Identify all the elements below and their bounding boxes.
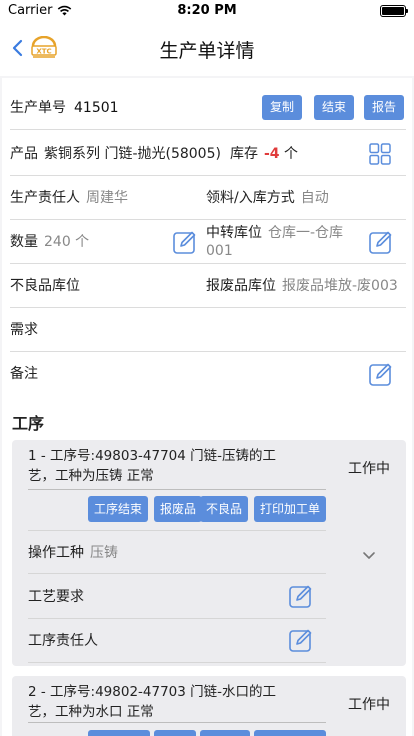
method-value: 自动 — [300, 190, 329, 206]
order-detail-card: 生产单号 41501 复制 结束 报告 产品 紫铜系列 门链-抛光(58005)… — [2, 78, 412, 736]
owner-method-row: 生产责任人 周建华 领料/入库方式 自动 — [10, 176, 406, 220]
divider — [28, 489, 326, 490]
close-order-button[interactable]: 结束 — [314, 95, 355, 120]
print-work-order-button[interactable]: 打印加工单 — [254, 496, 327, 522]
process-card: 1 - 工序号:49803-47704 门链-压铸的工艺，工种为压铸 正常 工作… — [12, 440, 406, 666]
process-owner-label: 工序责任人 — [28, 633, 98, 649]
process-finish-button[interactable] — [88, 730, 150, 736]
product-value: 紫铜系列 门链-抛光(58005) — [44, 146, 221, 162]
scrap-location-value: 报废品堆放-废003 — [282, 278, 398, 294]
stock-label: 库存 — [230, 146, 258, 162]
product-row: 产品 紫铜系列 门链-抛光(58005) 库存 -4 个 — [10, 132, 406, 176]
demand-label: 需求 — [10, 322, 38, 338]
print-work-order-button[interactable] — [254, 730, 326, 736]
process-section-title: 工序 — [12, 414, 45, 433]
quantity-label: 数量 — [10, 234, 38, 250]
transfer-field: 中转库位 仓库一-仓库001 — [206, 224, 356, 260]
process-title: 1 - 工序号:49803-47704 门链-压铸的工艺，工种为压铸 正常 — [28, 448, 277, 484]
process-card: 2 - 工序号:49802-47703 门链-水口的工艺，工种为水口 正常 工作… — [12, 676, 406, 736]
stock-unit: 个 — [284, 146, 298, 162]
process-finish-button[interactable]: 工序结束 — [88, 496, 149, 522]
edit-requirement-icon[interactable] — [288, 583, 314, 609]
defect-scrap-row: 不良品库位 报废品库位 报废品堆放-废003 — [10, 264, 406, 308]
content-area: 生产单号 41501 复制 结束 报告 产品 紫铜系列 门链-抛光(58005)… — [0, 76, 414, 736]
worktype-field: 操作工种 压铸 — [28, 531, 118, 575]
owner-label: 生产责任人 — [10, 190, 80, 206]
product-label: 产品 — [10, 146, 38, 162]
edit-quantity-icon[interactable] — [172, 229, 198, 255]
method-label: 领料/入库方式 — [206, 190, 295, 206]
process-owner-row: 工序责任人 — [28, 619, 326, 663]
owner-value: 周建华 — [86, 190, 128, 206]
battery-icon — [380, 5, 408, 17]
requirement-label: 工艺要求 — [28, 589, 84, 605]
copy-button[interactable]: 复制 — [262, 95, 303, 120]
requirement-row: 工艺要求 — [28, 575, 326, 619]
defect-button[interactable] — [200, 730, 250, 736]
stock-value: -4 — [264, 146, 280, 162]
navigation-bar: XTC 生产单详情 — [0, 22, 414, 74]
edit-remark-icon[interactable] — [368, 361, 394, 387]
remark-row: 备注 — [10, 352, 406, 396]
process-title: 2 - 工序号:49802-47703 门链-水口的工艺，工种为水口 正常 — [28, 684, 277, 720]
grid-icon[interactable] — [368, 142, 394, 168]
page-title: 生产单详情 — [159, 40, 255, 62]
method-field: 领料/入库方式 自动 — [206, 176, 329, 220]
chevron-down-icon[interactable] — [362, 546, 376, 565]
order-number-label: 生产单号 — [10, 100, 66, 116]
edit-process-owner-icon[interactable] — [288, 627, 314, 653]
worktype-value: 压铸 — [90, 545, 118, 561]
order-number-value: 41501 — [74, 100, 119, 116]
transfer-label: 中转库位 — [206, 225, 262, 241]
order-number-row: 生产单号 41501 复制 结束 报告 — [10, 86, 406, 130]
report-button[interactable]: 报告 — [364, 95, 405, 120]
scrap-button[interactable]: 报废品 — [154, 496, 203, 522]
owner-field: 生产责任人 周建华 — [10, 176, 128, 220]
quantity-value: 240 个 — [44, 234, 90, 250]
quantity-transfer-row: 数量 240 个 中转库位 仓库一-仓库001 — [10, 220, 406, 264]
process-status: 工作中 — [348, 461, 390, 477]
defect-button[interactable]: 不良品 — [200, 496, 249, 522]
quantity-field: 数量 240 个 — [10, 220, 89, 264]
remark-label: 备注 — [10, 366, 38, 382]
status-bar: Carrier 8:20 PM — [0, 0, 414, 22]
process-status: 工作中 — [348, 697, 390, 713]
demand-row: 需求 — [10, 308, 406, 352]
worktype-row[interactable]: 操作工种 压铸 — [28, 530, 326, 574]
scrap-location-label: 报废品库位 — [206, 278, 276, 294]
clock: 8:20 PM — [177, 3, 237, 18]
defect-location-label: 不良品库位 — [10, 278, 80, 294]
divider — [28, 722, 326, 723]
scrap-button[interactable] — [154, 730, 196, 736]
edit-transfer-icon[interactable] — [368, 229, 394, 255]
worktype-label: 操作工种 — [28, 545, 84, 561]
scrap-field: 报废品库位 报废品堆放-废003 — [206, 264, 398, 308]
